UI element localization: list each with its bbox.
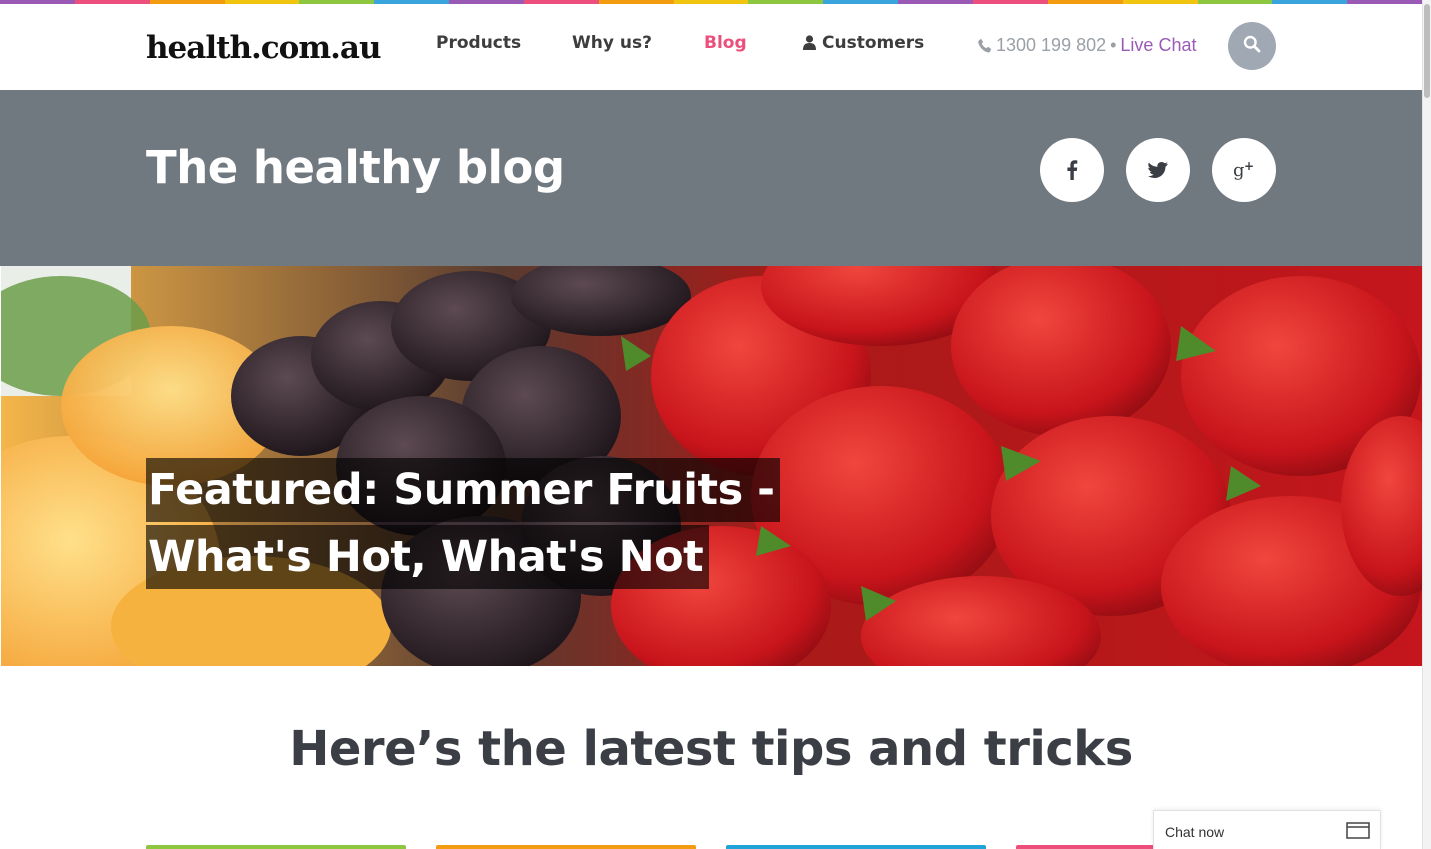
phone-number[interactable]: 1300 199 802 xyxy=(996,35,1106,55)
chat-now-widget[interactable]: Chat now xyxy=(1153,810,1381,849)
facebook-button[interactable] xyxy=(1040,138,1104,202)
site-logo[interactable]: health.com.au xyxy=(146,28,382,68)
user-icon xyxy=(803,34,816,56)
svg-text:g: g xyxy=(1233,160,1245,180)
contact-separator: • xyxy=(1110,35,1117,55)
tips-heading: Here’s the latest tips and tricks xyxy=(289,721,1133,777)
nav-customers[interactable]: Customers xyxy=(803,32,924,56)
live-chat-link[interactable]: Live Chat xyxy=(1120,35,1196,55)
featured-title-line2[interactable]: What's Hot, What's Not xyxy=(146,525,710,589)
nav-products[interactable]: Products xyxy=(436,32,521,54)
vertical-scrollbar[interactable] xyxy=(1422,0,1431,849)
search-icon xyxy=(1243,35,1261,58)
featured-title-line1[interactable]: Featured: Summer Fruits - xyxy=(146,458,781,522)
svg-text:+: + xyxy=(1244,160,1254,173)
chat-now-label: Chat now xyxy=(1165,824,1225,840)
facebook-icon xyxy=(1066,160,1078,180)
blog-card-1[interactable] xyxy=(146,845,406,849)
search-button[interactable] xyxy=(1228,22,1276,70)
page: health.com.au Products Why us? Blog Cust… xyxy=(0,0,1422,849)
contact-info: 1300 199 802 • Live Chat xyxy=(978,34,1196,58)
twitter-button[interactable] xyxy=(1126,138,1190,202)
featured-hero[interactable]: Featured: Summer Fruits - What's Hot, Wh… xyxy=(1,266,1422,666)
scrollbar-thumb[interactable] xyxy=(1424,4,1430,98)
phone-icon xyxy=(978,36,992,58)
google-plus-button[interactable]: g + xyxy=(1212,138,1276,202)
nav-blog[interactable]: Blog xyxy=(704,32,747,54)
site-header: health.com.au Products Why us? Blog Cust… xyxy=(0,4,1422,90)
window-icon xyxy=(1346,822,1370,844)
featured-caption[interactable]: Featured: Summer Fruits - What's Hot, Wh… xyxy=(146,458,781,592)
nav-customers-label: Customers xyxy=(822,33,925,53)
google-plus-icon: g + xyxy=(1233,160,1255,180)
twitter-icon xyxy=(1148,162,1168,178)
blog-banner: The healthy blog g + xyxy=(0,90,1422,266)
blog-title: The healthy blog xyxy=(146,141,565,194)
nav-why-us[interactable]: Why us? xyxy=(572,32,652,54)
blog-card-2[interactable] xyxy=(436,845,696,849)
blog-card-3[interactable] xyxy=(726,845,986,849)
